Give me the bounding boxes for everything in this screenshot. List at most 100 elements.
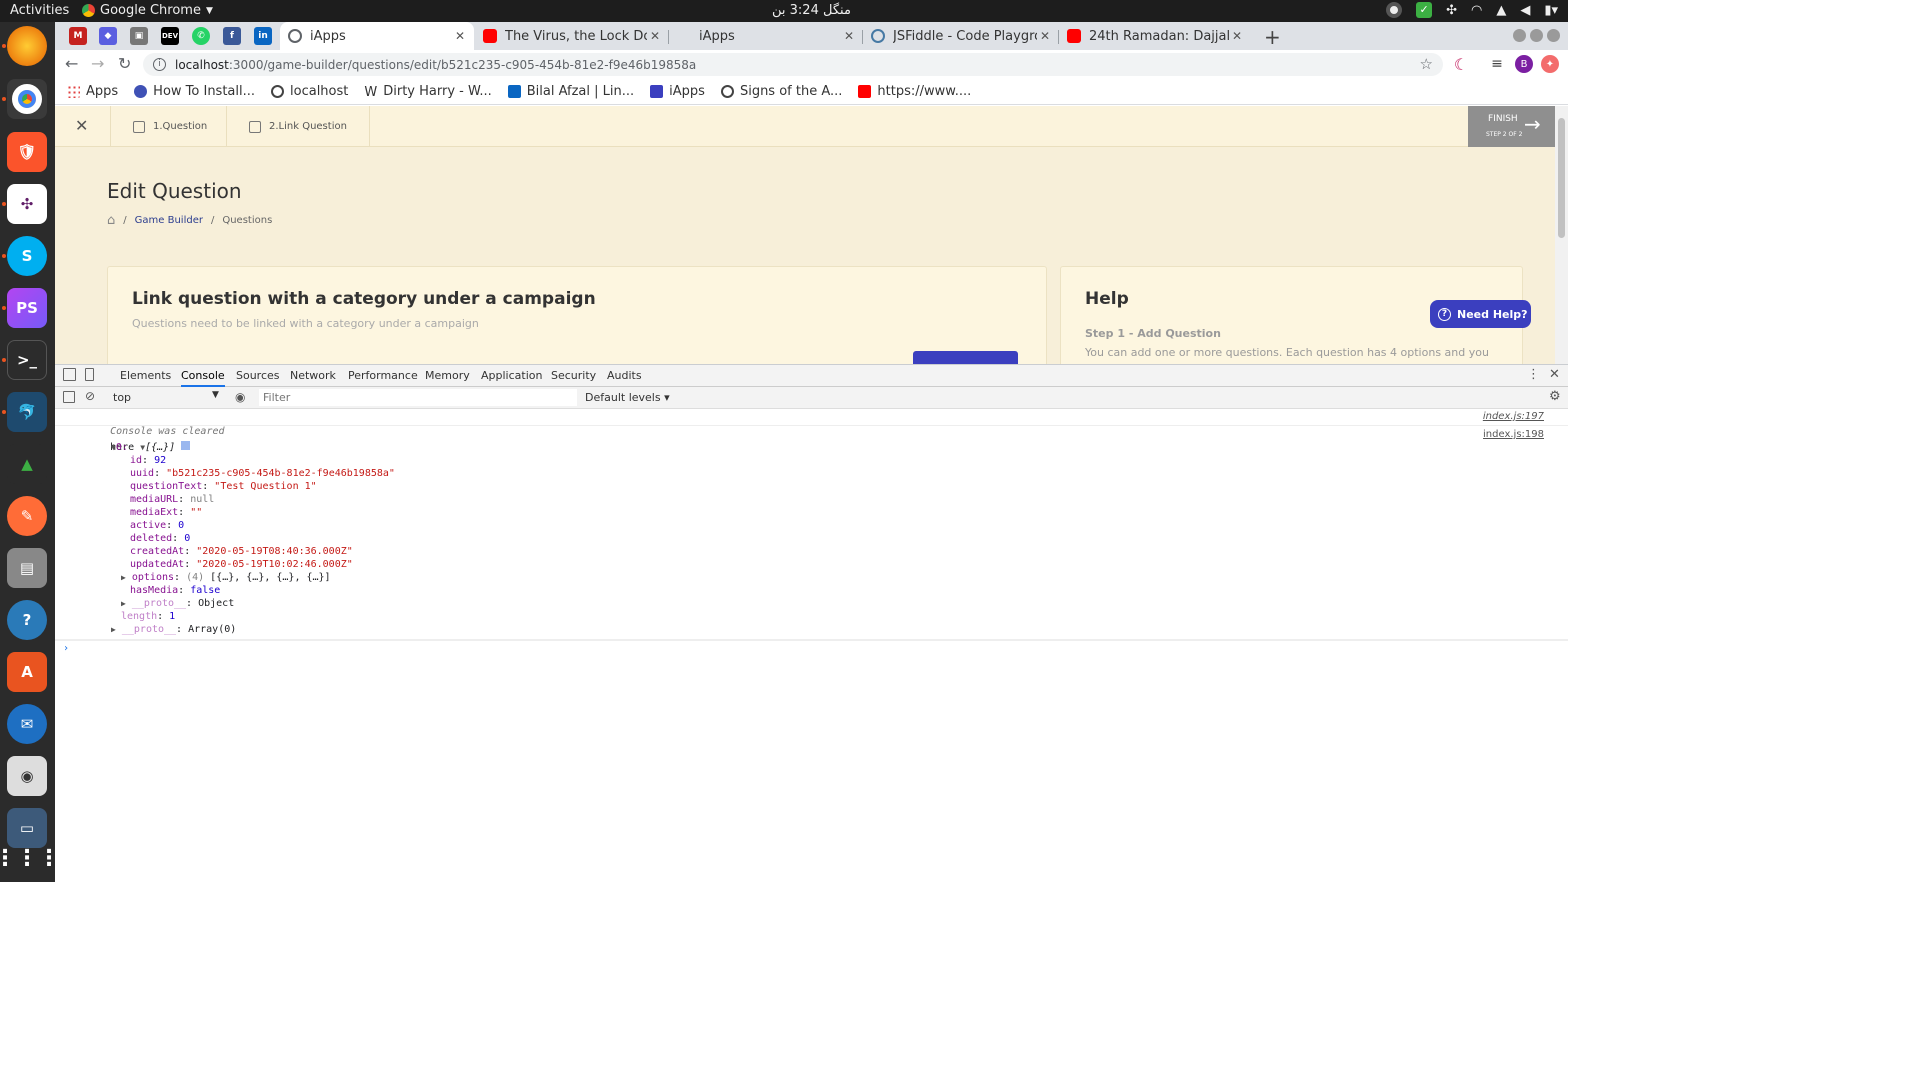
bookmark-how-to-install[interactable]: How To Install... xyxy=(134,84,255,99)
bookmark-youtube[interactable]: https://www.... xyxy=(858,84,971,99)
pinned-tab[interactable]: ◆ xyxy=(99,27,117,45)
minimize-button[interactable] xyxy=(1513,29,1526,42)
finish-button[interactable]: FINISH STEP 2 OF 2 → xyxy=(1468,106,1556,147)
tab-youtube-2[interactable]: 24th Ramadan: Dajjal the ✕ xyxy=(1059,22,1251,50)
tab-jsfiddle[interactable]: JSFiddle - Code Playgroun ✕ xyxy=(863,22,1059,50)
rocket-icon[interactable]: ▲ xyxy=(7,444,47,484)
tab-elements[interactable]: Elements xyxy=(120,369,171,382)
info-icon[interactable]: i xyxy=(153,58,166,71)
gmail-pinned-tab[interactable]: M xyxy=(69,27,87,45)
chrome-dock-icon[interactable] xyxy=(7,79,47,119)
close-icon[interactable]: ✕ xyxy=(75,116,88,135)
record-icon[interactable] xyxy=(1386,2,1403,18)
close-icon[interactable]: ✕ xyxy=(841,29,857,43)
dark-mode-extension-icon[interactable]: ☾ xyxy=(1452,55,1470,74)
source-link[interactable]: index.js:198 xyxy=(1483,428,1544,441)
tab-security[interactable]: Security xyxy=(551,369,596,382)
bookmark-linkedin[interactable]: Bilal Afzal | Lin... xyxy=(507,84,634,99)
inspect-element-icon[interactable] xyxy=(63,368,76,381)
battery-icon[interactable]: ▮▾ xyxy=(1544,3,1558,18)
device-toolbar-icon[interactable] xyxy=(85,368,94,381)
mysql-workbench-icon[interactable]: 🐬 xyxy=(7,392,47,432)
forward-button[interactable]: → xyxy=(91,54,104,73)
wifi-icon[interactable]: ◠ xyxy=(1471,3,1482,18)
whatsapp-pinned-tab[interactable]: ✆ xyxy=(192,27,210,45)
tab-iapps[interactable]: iApps ✕ xyxy=(669,22,863,50)
slack-icon[interactable]: ✣ xyxy=(7,184,47,224)
activities-button[interactable]: Activities xyxy=(10,3,69,18)
tab-application[interactable]: Application xyxy=(481,369,542,382)
software-center-icon[interactable]: A xyxy=(7,652,47,692)
close-icon[interactable]: ✕ xyxy=(1037,29,1053,43)
tab-audits[interactable]: Audits xyxy=(607,369,642,382)
lock-icon[interactable]: ▲ xyxy=(1496,3,1506,18)
address-bar[interactable]: i localhost:3000/game-builder/questions/… xyxy=(143,53,1443,76)
source-link[interactable]: index.js:197 xyxy=(1483,409,1544,424)
brave-icon[interactable]: 🛡 xyxy=(7,132,47,172)
terminal-icon[interactable]: >_ xyxy=(7,340,47,380)
firefox-icon[interactable] xyxy=(7,26,47,66)
help-icon[interactable]: ? xyxy=(7,600,47,640)
maximize-button[interactable] xyxy=(1530,29,1543,42)
volume-icon[interactable]: ◀ xyxy=(1520,3,1530,18)
app-menu[interactable]: Google Chrome ▼ xyxy=(82,3,213,18)
close-devtools-icon[interactable]: ✕ xyxy=(1549,367,1560,382)
more-options-icon[interactable]: ⋮ xyxy=(1527,367,1540,382)
add-category-button[interactable] xyxy=(913,351,1018,364)
profile-avatar[interactable]: B xyxy=(1515,55,1533,73)
bookmark-apps[interactable]: Apps xyxy=(67,84,118,99)
bookmark-iapps[interactable]: iApps xyxy=(650,84,705,99)
postman-icon[interactable]: ✎ xyxy=(7,496,47,536)
extension-icon[interactable]: ✦ xyxy=(1541,55,1559,73)
need-help-button[interactable]: ? Need Help? xyxy=(1430,300,1531,328)
wizard-step-question[interactable]: 1.Question xyxy=(110,106,229,147)
rhythmbox-icon[interactable]: ◉ xyxy=(7,756,47,796)
array-index-row[interactable]: ▼0: xyxy=(55,441,1568,454)
scrollbar-thumb[interactable] xyxy=(1558,118,1565,238)
reading-list-icon[interactable]: ≡ xyxy=(1488,55,1506,73)
chevron-down-icon[interactable]: ▼ xyxy=(212,390,219,400)
context-selector[interactable]: top xyxy=(113,391,131,404)
bookmark-signs[interactable]: Signs of the A... xyxy=(720,84,842,99)
page-scrollbar[interactable] xyxy=(1555,106,1568,364)
clock[interactable]: منگل 3:24 بن xyxy=(772,3,851,18)
console-filter-input[interactable] xyxy=(259,389,577,406)
tab-memory[interactable]: Memory xyxy=(425,369,470,382)
close-icon[interactable]: ✕ xyxy=(452,29,468,43)
dev-pinned-tab[interactable]: DEV xyxy=(161,27,179,45)
phpstorm-icon[interactable]: PS xyxy=(7,288,47,328)
console-prompt[interactable]: › xyxy=(55,640,1568,658)
wizard-step-link-question[interactable]: 2.Link Question xyxy=(226,106,370,147)
linkedin-pinned-tab[interactable]: in xyxy=(254,27,272,45)
proto-object-row[interactable]: ▶ __proto__: Object xyxy=(55,597,1568,610)
gear-icon[interactable]: ⚙ xyxy=(1549,389,1561,404)
bookmark-localhost[interactable]: localhost xyxy=(271,84,348,99)
home-icon[interactable]: ⌂ xyxy=(107,213,115,228)
close-icon[interactable]: ✕ xyxy=(647,29,663,43)
eye-icon[interactable]: ◉ xyxy=(235,390,245,404)
tab-youtube[interactable]: The Virus, the Lock Down ✕ xyxy=(475,22,669,50)
show-apps-icon[interactable]: ⋮⋮⋮ xyxy=(0,838,60,878)
bookmark-dirty-harry[interactable]: W Dirty Harry - W... xyxy=(364,84,491,100)
url-text[interactable]: localhost:3000/game-builder/questions/ed… xyxy=(175,58,696,72)
skype-icon[interactable]: S xyxy=(7,236,47,276)
log-levels-dropdown[interactable]: Default levels ▾ xyxy=(585,391,670,404)
close-icon[interactable]: ✕ xyxy=(1229,29,1245,43)
files-icon[interactable]: ▤ xyxy=(7,548,47,588)
tab-iapps-active[interactable]: iApps ✕ xyxy=(280,22,474,50)
sidebar-toggle-icon[interactable] xyxy=(63,391,75,403)
console-output[interactable]: Console was cleared index.js:197 here ▼[… xyxy=(55,409,1568,658)
options-row[interactable]: ▶ options: (4) [{…}, {…}, {…}, {…}] xyxy=(55,571,1568,584)
new-tab-button[interactable]: + xyxy=(1264,25,1281,49)
proto-array-row[interactable]: ▶ __proto__: Array(0) xyxy=(55,623,1568,640)
tab-performance[interactable]: Performance xyxy=(348,369,418,382)
tab-sources[interactable]: Sources xyxy=(236,369,280,382)
star-icon[interactable]: ☆ xyxy=(1420,55,1433,73)
check-icon[interactable]: ✓ xyxy=(1416,2,1433,18)
console-log-entry[interactable]: here ▼[{…}] index.js:198 xyxy=(55,428,1568,453)
thunderbird-icon[interactable]: ✉ xyxy=(7,704,47,744)
tab-network[interactable]: Network xyxy=(290,369,336,382)
window-close-button[interactable] xyxy=(1547,29,1560,42)
clear-console-icon[interactable]: ⊘ xyxy=(85,389,95,403)
facebook-pinned-tab[interactable]: f xyxy=(223,27,241,45)
